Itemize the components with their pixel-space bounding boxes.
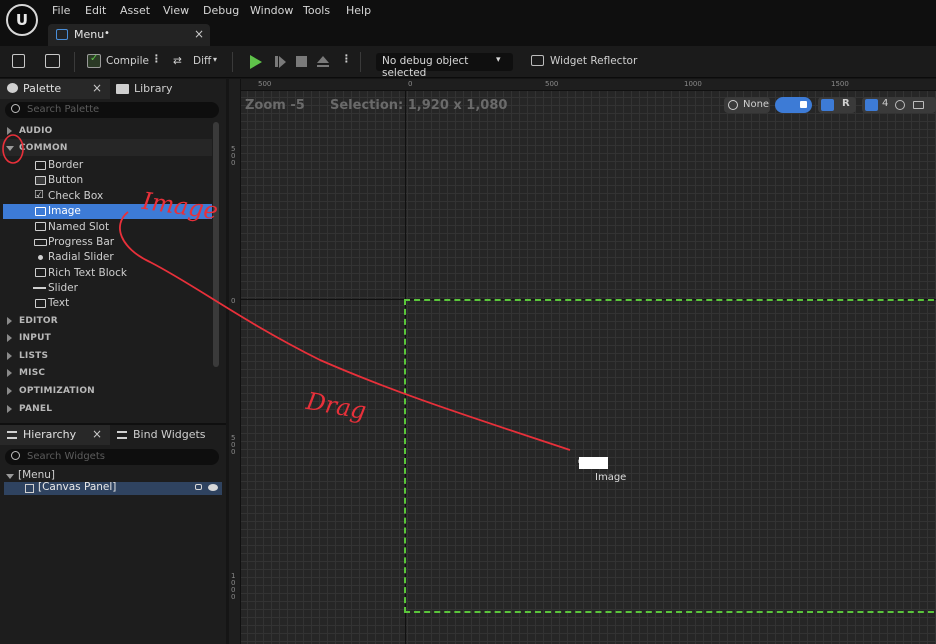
unreal-logo-icon[interactable]: U [6,4,38,36]
annotation-overlay [2,134,571,451]
annotation-circle [2,134,24,164]
